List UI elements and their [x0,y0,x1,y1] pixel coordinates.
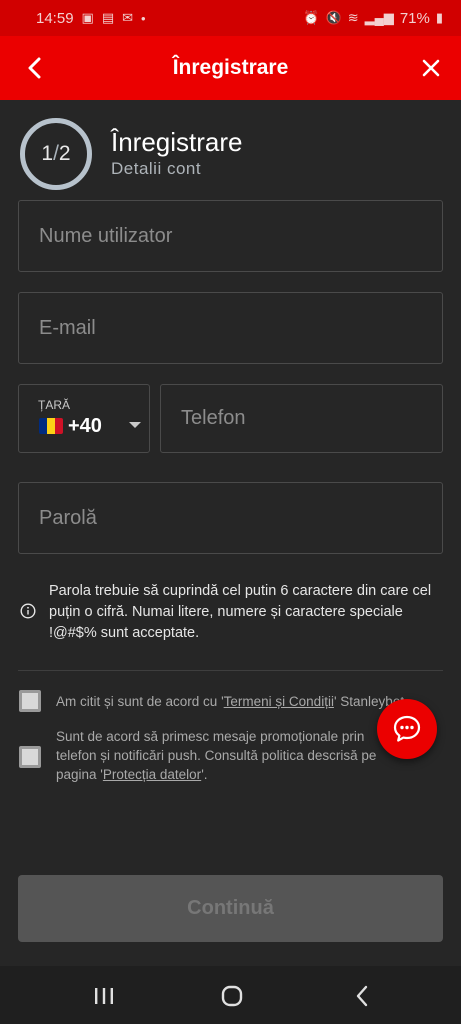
terms-link[interactable]: Termeni și Condiții [224,694,334,709]
password-input[interactable] [19,483,442,553]
back-button[interactable] [16,50,52,86]
privacy-link[interactable]: Protecția datelor [103,767,201,782]
email-input[interactable] [19,293,442,363]
dot-icon: • [141,10,146,26]
battery-icon: ▮ [435,10,443,25]
chat-button[interactable] [377,699,437,759]
nav-back-icon [356,985,368,1007]
home-button[interactable] [217,981,247,1011]
wifi-icon: ≋ [347,10,359,25]
status-right: ⏰ 🔇 ≋ ▂▄▆ 71% ▮ [303,10,443,27]
promo-checkbox[interactable] [19,746,41,768]
app-bar: Înregistrare [0,36,461,100]
divider [18,670,443,671]
system-nav-bar [0,966,461,1024]
status-left: 14:59 ▣ ▤ ✉ • [36,10,146,27]
continue-button[interactable]: Continuă [18,875,443,942]
country-label: ȚARĂ [38,398,71,412]
caret-down-icon [129,422,141,428]
phone-field-box [160,384,443,453]
image-icon: ▤ [101,10,115,25]
password-requirements: Parola trebuie să cuprindă cel putin 6 c… [49,583,432,641]
terms-text: Am citit și sunt de acord cu 'Termeni și… [56,692,441,711]
terms-checkbox[interactable] [19,690,41,712]
recent-apps-icon [95,988,113,1004]
username-input[interactable] [19,201,442,271]
close-icon [422,59,440,77]
promo-suffix: '. [201,767,208,782]
step-total: 2 [58,142,71,165]
step-title: Înregistrare [111,127,243,157]
recent-apps-button[interactable] [89,981,119,1011]
promo-text: Sunt de acord să primesc mesaje promoțio… [56,727,406,784]
romania-flag-icon [39,418,63,434]
signal-icon: ▂▄▆ [364,10,394,25]
chat-bubble-icon [393,715,421,742]
step-current: 1 [41,142,54,165]
email-field-box [18,292,443,364]
gallery-icon: ▣ [81,10,94,25]
phone-input[interactable] [161,385,442,452]
home-icon [221,985,243,1007]
step-subtitle: Detalii cont [111,159,202,178]
country-code: +40 [68,415,102,437]
country-selector[interactable]: ȚARĂ +40 [18,384,150,453]
mute-icon: 🔇 [325,10,342,25]
close-button[interactable] [413,50,449,86]
nav-back-button[interactable] [347,981,377,1011]
username-field-box [18,200,443,272]
status-bar: 14:59 ▣ ▤ ✉ • ⏰ 🔇 ≋ ▂▄▆ 71% ▮ [0,0,461,36]
battery-level: 71% [399,9,430,27]
mail-icon: ✉ [122,10,134,25]
info-icon [20,603,36,619]
page-title: Înregistrare [172,56,289,79]
password-field-box [18,482,443,554]
step-indicator: 1/2 [20,118,92,190]
chevron-left-icon [28,57,41,79]
status-time: 14:59 [36,9,74,27]
terms-prefix: Am citit și sunt de acord cu ' [56,694,224,709]
alarm-icon: ⏰ [303,10,320,25]
